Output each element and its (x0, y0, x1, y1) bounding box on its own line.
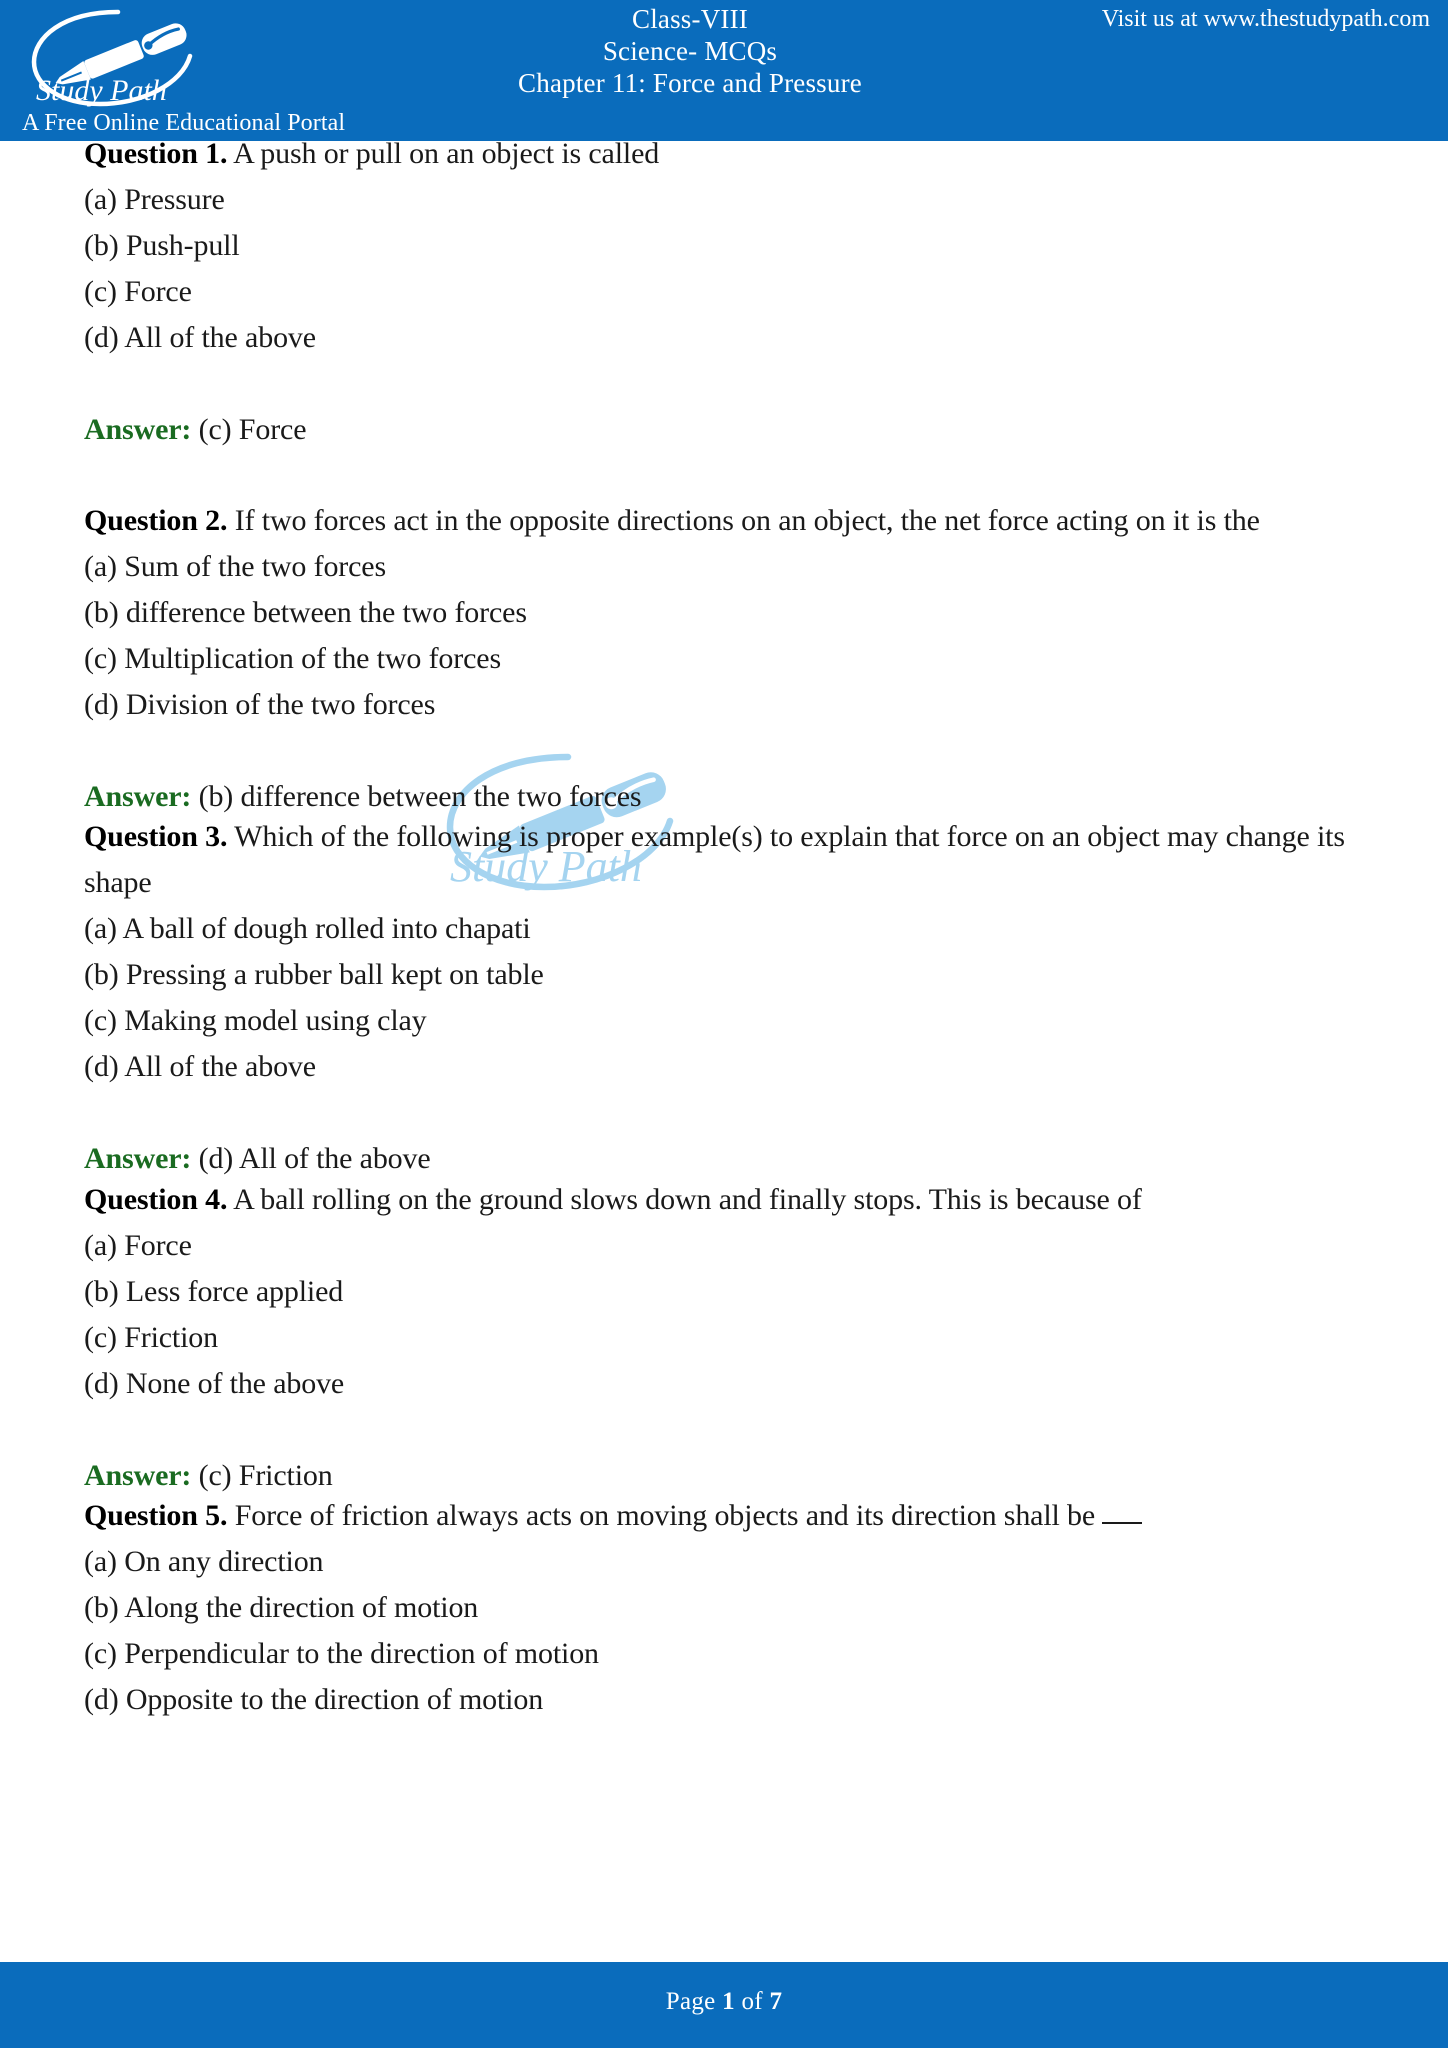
question-label: Question 3. (84, 820, 228, 853)
page-total: 7 (769, 1988, 783, 2015)
option-a[interactable]: (a) On any direction (84, 1539, 1374, 1585)
option-b[interactable]: (b) difference between the two forces (84, 590, 1374, 636)
option-d[interactable]: (d) Opposite to the direction of motion (84, 1677, 1374, 1723)
option-a[interactable]: (a) A ball of dough rolled into chapati (84, 906, 1374, 952)
blank-underline (1102, 1522, 1143, 1524)
question-label: Question 5. (84, 1499, 228, 1532)
question-text: Question 1. A push or pull on an object … (84, 131, 1374, 177)
option-d[interactable]: (d) All of the above (84, 315, 1374, 361)
question-body: A ball rolling on the ground slows down … (227, 1183, 1142, 1216)
question-block: Question 2. If two forces act in the opp… (84, 498, 1374, 820)
option-b[interactable]: (b) Push-pull (84, 223, 1374, 269)
answer-label: Answer: (84, 1459, 192, 1492)
page-header: Study Path A Free Online Educational Por… (0, 0, 1448, 141)
question-block: Question 3. Which of the following is pr… (84, 814, 1374, 1182)
option-a[interactable]: (a) Sum of the two forces (84, 544, 1374, 590)
answer-label: Answer: (84, 780, 192, 813)
question-body: If two forces act in the opposite direct… (227, 504, 1260, 537)
answer-label: Answer: (84, 1142, 192, 1175)
page-current: 1 (722, 1988, 735, 2015)
answer-value: (c) Friction (191, 1459, 333, 1492)
question-block: Question 4. A ball rolling on the ground… (84, 1177, 1374, 1499)
page-number-text: Page 1 of 7 (0, 1988, 1448, 2016)
question-body: Which of the following is proper example… (84, 820, 1345, 899)
page-footer: Page 1 of 7 (0, 1962, 1448, 2048)
header-chapter-line: Chapter 11: Force and Pressure (518, 67, 862, 98)
option-b[interactable]: (b) Pressing a rubber ball kept on table (84, 952, 1374, 998)
site-logo: Study Path A Free Online Educational Por… (10, 2, 410, 140)
question-block: Question 5. Force of friction always act… (84, 1493, 1374, 1723)
question-text: Question 5. Force of friction always act… (84, 1493, 1374, 1539)
option-d[interactable]: (d) Division of the two forces (84, 682, 1374, 728)
option-b[interactable]: (b) Less force applied (84, 1269, 1374, 1315)
answer-label: Answer: (84, 413, 192, 446)
answer-value: (b) difference between the two forces (191, 780, 642, 813)
visit-us-text: Visit us at www.thestudypath.com (1101, 6, 1430, 32)
page-prefix: Page (665, 1988, 723, 2015)
option-b[interactable]: (b) Along the direction of motion (84, 1585, 1374, 1631)
answer-value: (d) All of the above (191, 1142, 431, 1175)
logo-wordmark: Study Path (36, 74, 167, 107)
question-text: Question 2. If two forces act in the opp… (84, 498, 1374, 544)
fountain-pen-icon: Study Path (31, 9, 193, 107)
page-middle: of (734, 1988, 770, 2015)
mcq-content: Question 1. A push or pull on an object … (0, 137, 1448, 1962)
option-d[interactable]: (d) All of the above (84, 1044, 1374, 1090)
question-body: Force of friction always acts on moving … (227, 1499, 1103, 1532)
question-block: Question 1. A push or pull on an object … (84, 131, 1374, 453)
option-a[interactable]: (a) Pressure (84, 177, 1374, 223)
question-text: Question 4. A ball rolling on the ground… (84, 1177, 1374, 1223)
question-body: A push or pull on an object is called (227, 137, 660, 170)
option-c[interactable]: (c) Perpendicular to the direction of mo… (84, 1631, 1374, 1677)
question-label: Question 2. (84, 504, 228, 537)
option-c[interactable]: (c) Multiplication of the two forces (84, 636, 1374, 682)
header-subject-line: Science- MCQs (602, 35, 778, 66)
header-title-group: Class-VIII Science- MCQs Chapter 11: For… (400, 4, 980, 100)
question-label: Question 4. (84, 1183, 228, 1216)
question-text: Question 3. Which of the following is pr… (84, 814, 1374, 906)
answer-line: Answer: (c) Force (84, 407, 1374, 453)
option-c[interactable]: (c) Friction (84, 1315, 1374, 1361)
option-d[interactable]: (d) None of the above (84, 1361, 1374, 1407)
option-a[interactable]: (a) Force (84, 1223, 1374, 1269)
answer-line: Answer: (d) All of the above (84, 1136, 1374, 1182)
option-c[interactable]: (c) Force (84, 269, 1374, 315)
option-c[interactable]: (c) Making model using clay (84, 998, 1374, 1044)
header-class-line: Class-VIII (632, 4, 748, 34)
answer-value: (c) Force (191, 413, 307, 446)
question-label: Question 1. (84, 137, 228, 170)
